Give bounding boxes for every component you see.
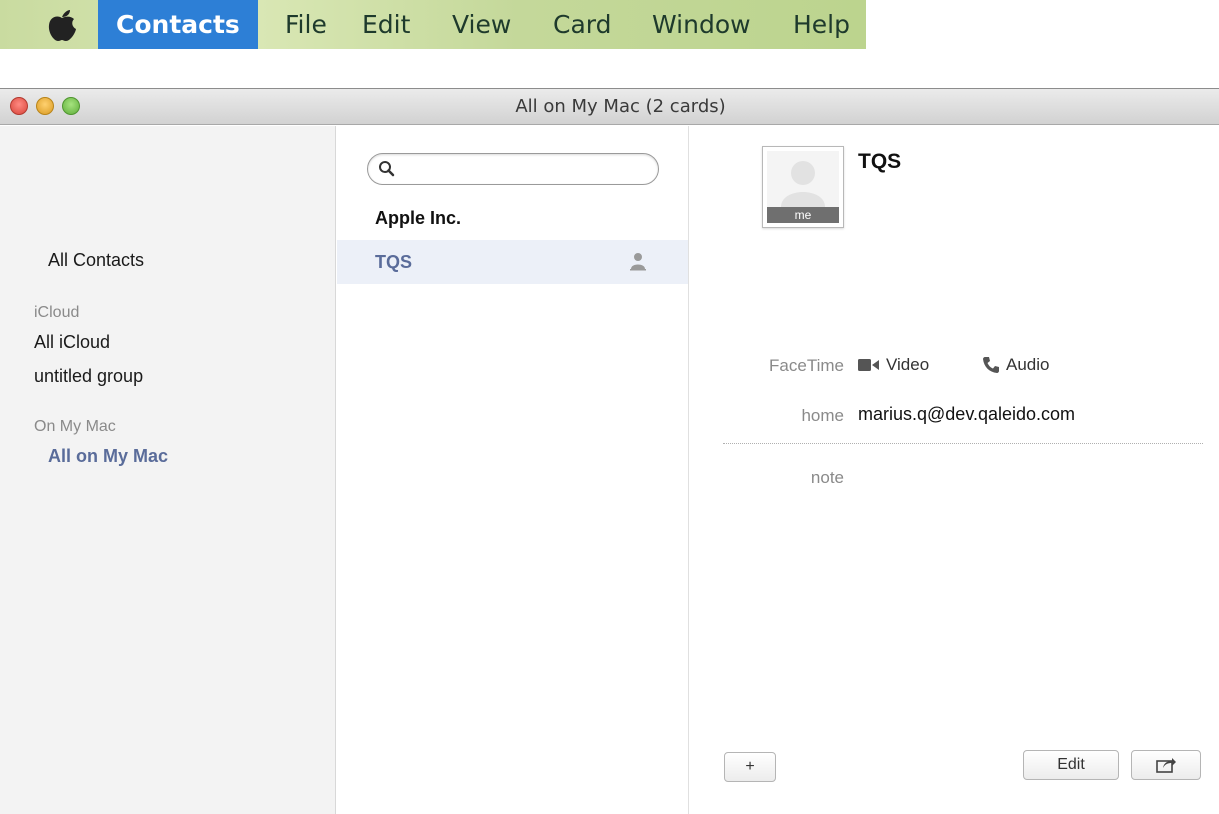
- menu-edit[interactable]: Edit: [362, 0, 410, 49]
- me-card-icon: [628, 251, 648, 271]
- menu-card[interactable]: Card: [553, 0, 611, 49]
- groups-sidebar: All Contacts iCloud All iCloud untitled gro…: [0, 126, 336, 814]
- note-label[interactable]: note: [694, 468, 844, 488]
- contacts-window: All on My Mac (2 cards) All Contacts iClo…: [0, 88, 1219, 814]
- add-contact-button[interactable]: +: [724, 752, 776, 782]
- menu-view[interactable]: View: [452, 0, 511, 49]
- card-divider: [723, 443, 1203, 444]
- group-all-on-my-mac[interactable]: All on My Mac: [48, 446, 168, 467]
- window-title: All on My Mac (2 cards): [515, 96, 726, 117]
- search-icon: [378, 160, 396, 178]
- video-camera-icon: [858, 359, 879, 371]
- person-silhouette-icon: [767, 151, 839, 207]
- group-all-contacts[interactable]: All Contacts: [48, 250, 144, 271]
- email-label[interactable]: home: [694, 406, 844, 426]
- menu-window[interactable]: Window: [652, 0, 751, 49]
- menu-bar: Contacts File Edit View Card Window Help: [0, 0, 866, 49]
- menu-contacts[interactable]: Contacts: [98, 0, 258, 49]
- contact-name: Apple Inc.: [375, 208, 462, 228]
- share-button[interactable]: [1131, 750, 1201, 780]
- menu-file[interactable]: File: [285, 0, 327, 49]
- menu-help[interactable]: Help: [793, 0, 850, 49]
- search-field[interactable]: [367, 153, 659, 185]
- contact-list: Apple Inc. TQS: [337, 126, 689, 814]
- group-untitled-group[interactable]: untitled group: [34, 366, 143, 387]
- contact-row-apple[interactable]: Apple Inc.: [337, 196, 688, 240]
- apple-menu-icon[interactable]: [44, 8, 80, 42]
- phone-icon: [983, 357, 999, 373]
- facetime-label[interactable]: FaceTime: [694, 356, 844, 376]
- facetime-audio-button[interactable]: Audio: [982, 355, 1049, 375]
- group-header-icloud: iCloud: [34, 304, 80, 321]
- search-input[interactable]: [398, 157, 648, 181]
- contact-name: TQS: [375, 252, 413, 272]
- contact-name-heading[interactable]: TQS: [858, 150, 901, 174]
- group-all-icloud[interactable]: All iCloud: [34, 332, 110, 353]
- me-tag: me: [767, 207, 839, 223]
- title-bar[interactable]: All on My Mac (2 cards): [0, 89, 1219, 125]
- facetime-video-button[interactable]: Video: [858, 355, 929, 375]
- email-value[interactable]: marius.q@dev.qaleido.com: [858, 404, 1075, 425]
- contact-card: me TQS FaceTime Video Audio home marius.…: [690, 126, 1219, 814]
- facetime-audio-label: Audio: [1006, 355, 1050, 374]
- group-header-on-my-mac: On My Mac: [34, 418, 116, 435]
- share-icon: [1156, 758, 1176, 773]
- facetime-video-label: Video: [886, 355, 930, 374]
- edit-button[interactable]: Edit: [1023, 750, 1119, 780]
- contact-row-tqs[interactable]: TQS: [337, 240, 688, 284]
- contact-avatar[interactable]: me: [762, 146, 844, 228]
